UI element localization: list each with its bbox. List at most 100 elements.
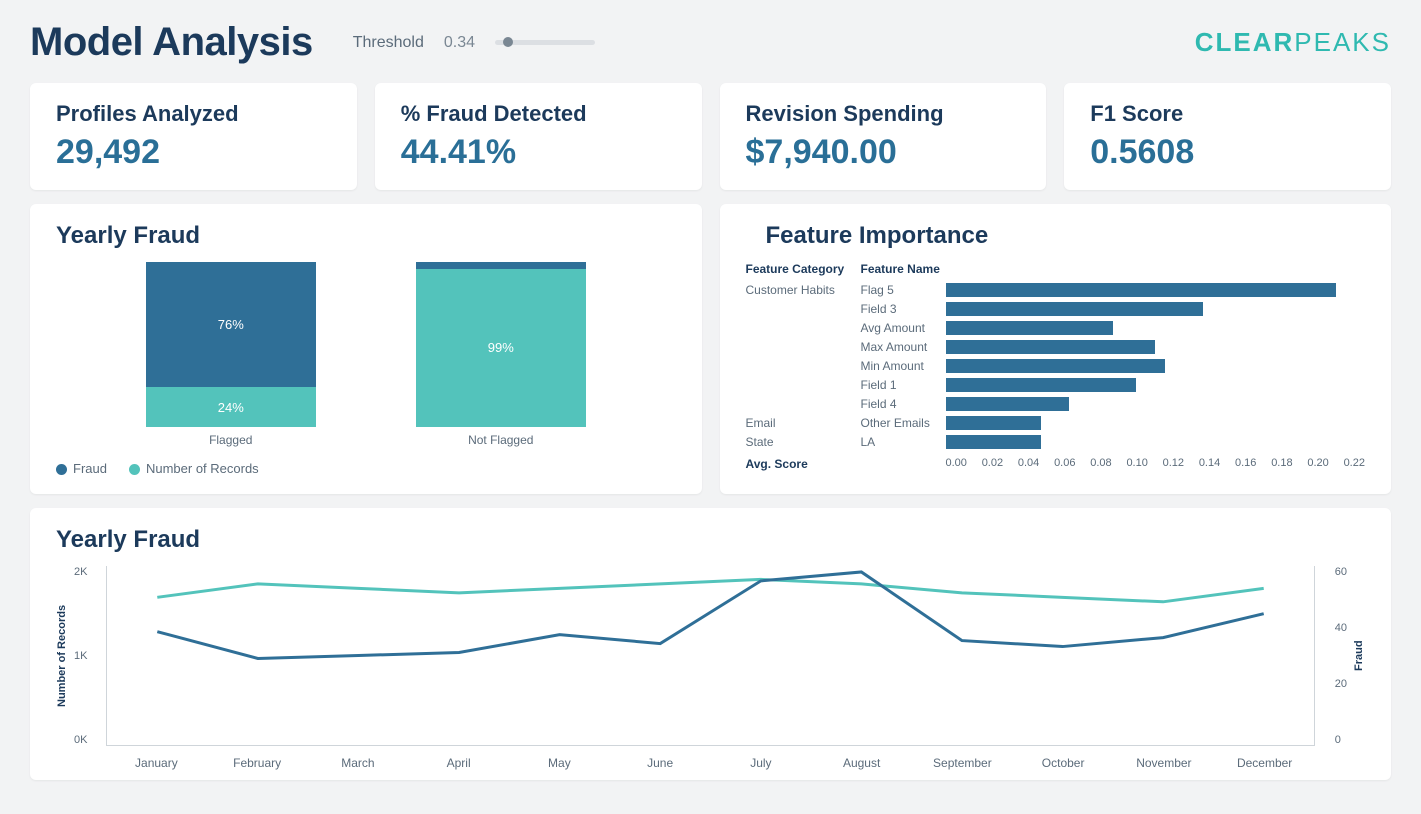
fi-row: Field 4	[746, 394, 1366, 413]
logo-bold: CLEAR	[1195, 27, 1295, 57]
legend-item-fraud: Fraud	[56, 461, 107, 476]
fi-bar-track	[946, 359, 1366, 373]
fi-bar	[946, 302, 1203, 316]
fi-bar-track	[946, 416, 1366, 430]
yearly-fraud-stacked-card: Yearly Fraud 76% 24% Flagged 99% Not Fla…	[30, 204, 702, 494]
fi-row: Max Amount	[746, 337, 1366, 356]
fi-feature-name: Field 1	[861, 378, 946, 392]
kpi-value: 44.41%	[401, 133, 676, 172]
fi-bar-track	[946, 397, 1366, 411]
col-header-name: Feature Name	[861, 262, 946, 276]
fi-tick: 0.12	[1163, 457, 1184, 471]
fi-tick: 0.08	[1090, 457, 1111, 471]
segment-label: 24%	[218, 400, 244, 415]
segment-label: 76%	[218, 317, 244, 332]
y-tick: 0K	[74, 734, 87, 746]
fi-tick: 0.00	[946, 457, 967, 471]
threshold-slider[interactable]	[495, 40, 595, 45]
fi-feature-name: LA	[861, 435, 946, 449]
fi-tick: 0.02	[982, 457, 1003, 471]
fi-tick: 0.06	[1054, 457, 1075, 471]
x-tick: January	[106, 756, 207, 770]
fi-row: StateLA	[746, 432, 1366, 451]
y-tick: 1K	[74, 650, 87, 662]
threshold-control: Threshold 0.34	[353, 34, 595, 52]
x-tick: December	[1214, 756, 1315, 770]
legend-dot-icon	[129, 464, 140, 475]
axis-label: Avg. Score	[746, 457, 946, 471]
legend: Fraud Number of Records	[56, 461, 676, 476]
fi-bar-track	[946, 302, 1366, 316]
stack-flagged: 76% 24% Flagged	[146, 262, 316, 447]
fi-bar	[946, 340, 1156, 354]
brand-logo: CLEARPEAKS	[1195, 27, 1391, 58]
stack-label: Not Flagged	[416, 433, 586, 447]
line-series	[157, 579, 1263, 601]
x-tick: April	[408, 756, 509, 770]
kpi-f1: F1 Score 0.5608	[1064, 83, 1391, 190]
kpi-label: Profiles Analyzed	[56, 101, 331, 127]
fi-tick: 0.16	[1235, 457, 1256, 471]
fi-row: Min Amount	[746, 356, 1366, 375]
fi-bar-track	[946, 321, 1366, 335]
fi-category: Email	[746, 416, 861, 430]
fi-bar	[946, 397, 1070, 411]
segment-fraud	[416, 262, 586, 269]
y-tick: 60	[1335, 566, 1347, 578]
fi-feature-name: Avg Amount	[861, 321, 946, 335]
fi-row: Field 1	[746, 375, 1366, 394]
stack-not-flagged: 99% Not Flagged	[416, 262, 586, 447]
kpi-value: 0.5608	[1090, 133, 1365, 172]
logo-thin: PEAKS	[1294, 27, 1391, 57]
fi-tick: 0.10	[1126, 457, 1147, 471]
x-tick: May	[509, 756, 610, 770]
card-title: Yearly Fraud	[56, 526, 1365, 554]
line-plot	[106, 566, 1315, 746]
x-tick: March	[308, 756, 409, 770]
fi-feature-name: Max Amount	[861, 340, 946, 354]
x-tick: February	[207, 756, 308, 770]
stack-label: Flagged	[146, 433, 316, 447]
fi-feature-name: Field 4	[861, 397, 946, 411]
x-tick: September	[912, 756, 1013, 770]
y-tick: 20	[1335, 678, 1347, 690]
header: Model Analysis Threshold 0.34 CLEARPEAKS	[30, 20, 1391, 65]
fi-category: State	[746, 435, 861, 449]
card-title: Feature Importance	[766, 222, 1366, 250]
fi-bar-track	[946, 340, 1366, 354]
legend-dot-icon	[56, 464, 67, 475]
x-tick: November	[1114, 756, 1215, 770]
fi-feature-name: Flag 5	[861, 283, 946, 297]
y-tick: 2K	[74, 566, 87, 578]
line-series	[157, 572, 1263, 659]
kpi-fraud-pct: % Fraud Detected 44.41%	[375, 83, 702, 190]
kpi-label: Revision Spending	[746, 101, 1021, 127]
kpi-label: % Fraud Detected	[401, 101, 676, 127]
fi-tick: 0.04	[1018, 457, 1039, 471]
col-header-category: Feature Category	[746, 262, 861, 276]
fi-tick: 0.20	[1307, 457, 1328, 471]
kpi-profiles: Profiles Analyzed 29,492	[30, 83, 357, 190]
slider-knob[interactable]	[503, 37, 513, 47]
fi-bar	[946, 435, 1041, 449]
y-tick: 0	[1335, 734, 1347, 746]
fi-bar	[946, 416, 1041, 430]
fi-feature-name: Field 3	[861, 302, 946, 316]
fi-bar	[946, 283, 1337, 297]
fi-row: Field 3	[746, 299, 1366, 318]
kpi-label: F1 Score	[1090, 101, 1365, 127]
fi-category: Customer Habits	[746, 283, 861, 297]
legend-label: Number of Records	[146, 461, 259, 476]
fi-row: Customer HabitsFlag 5	[746, 280, 1366, 299]
fi-row: EmailOther Emails	[746, 413, 1366, 432]
kpi-revision: Revision Spending $7,940.00	[720, 83, 1047, 190]
fi-tick: 0.18	[1271, 457, 1292, 471]
feature-importance-card: Feature Importance Feature Category Feat…	[720, 204, 1392, 494]
kpi-value: $7,940.00	[746, 133, 1021, 172]
x-tick: July	[711, 756, 812, 770]
fi-feature-name: Other Emails	[861, 416, 946, 430]
y-axis-right-label: Fraud	[1353, 566, 1365, 746]
fi-bar-track	[946, 283, 1366, 297]
y-tick: 40	[1335, 622, 1347, 634]
fi-bar	[946, 321, 1114, 335]
